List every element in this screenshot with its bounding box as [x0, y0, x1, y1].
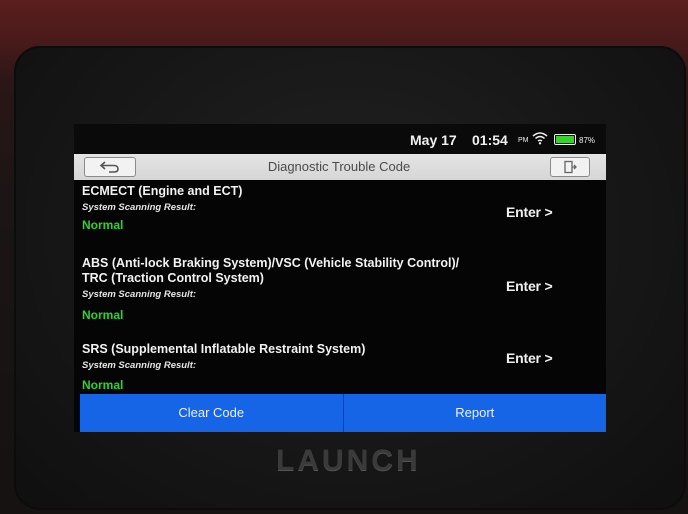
status-ampm: PM — [518, 137, 529, 144]
status-bar: May 17 01:54 PM 87% — [74, 124, 606, 154]
system-name: SRS (Supplemental Inflatable Restraint S… — [82, 342, 366, 356]
report-button[interactable]: Report — [344, 394, 607, 432]
scan-result-label: System Scanning Result: — [82, 289, 197, 300]
system-item-ecmect: ECMECT (Engine and ECT) System Scanning … — [74, 182, 606, 242]
back-button[interactable] — [84, 157, 136, 177]
bottom-action-bar: Clear Code Report — [80, 394, 606, 432]
title-bar: Diagnostic Trouble Code — [74, 154, 606, 180]
battery-icon — [554, 134, 576, 145]
exit-icon — [564, 160, 577, 174]
scan-result-label: System Scanning Result: — [82, 202, 197, 213]
screen: May 17 01:54 PM 87% Diagnostic Trouble C… — [74, 124, 606, 432]
status-time: 01:54 — [472, 132, 508, 148]
exit-button[interactable] — [550, 157, 590, 177]
page-title: Diagnostic Trouble Code — [267, 159, 411, 174]
device-brand: LAUNCH — [276, 444, 421, 477]
wifi-icon — [532, 132, 548, 145]
system-item-srs: SRS (Supplemental Inflatable Restraint S… — [74, 342, 606, 394]
enter-button[interactable]: Enter > — [506, 278, 553, 294]
battery-percent: 87% — [579, 136, 596, 145]
enter-button[interactable]: Enter > — [506, 204, 553, 220]
scan-result-value: Normal — [82, 378, 124, 392]
scan-result-value: Normal — [82, 308, 124, 322]
scan-result-label: System Scanning Result: — [82, 360, 197, 371]
system-name: ECMECT (Engine and ECT) — [82, 184, 243, 198]
scan-result-value: Normal — [82, 218, 124, 232]
system-name: ABS (Anti-lock Braking System)/VSC (Vehi… — [82, 256, 460, 285]
system-item-abs: ABS (Anti-lock Braking System)/VSC (Vehi… — [74, 256, 606, 332]
back-arrow-icon — [99, 161, 119, 173]
clear-code-button[interactable]: Clear Code — [80, 394, 344, 432]
system-list: ECMECT (Engine and ECT) System Scanning … — [74, 182, 606, 394]
enter-button[interactable]: Enter > — [506, 350, 553, 366]
status-date: May 17 — [410, 132, 457, 148]
